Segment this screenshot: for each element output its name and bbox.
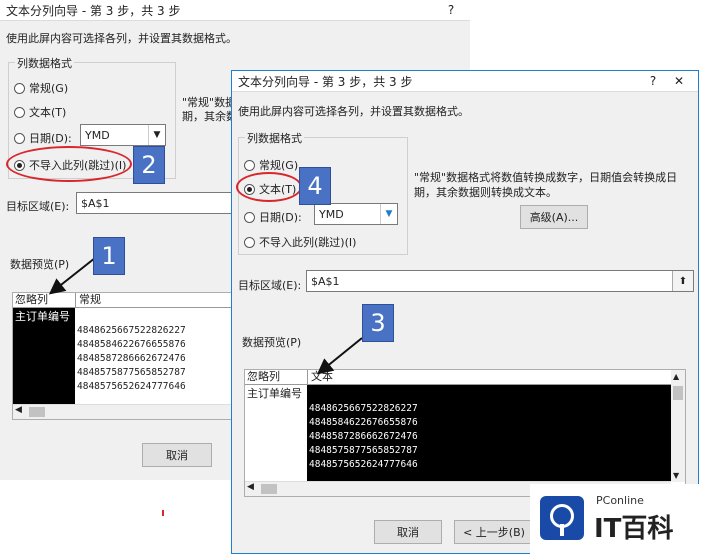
watermark-brand: IT百科 xyxy=(594,514,674,544)
watermark: PConline IT百科 xyxy=(530,484,700,554)
step-badge-4: 4 xyxy=(299,167,331,205)
step-badge-2: 2 xyxy=(133,146,165,184)
watermark-brand-small: PConline xyxy=(596,494,644,507)
step-badge-3: 3 xyxy=(362,304,394,342)
arrow-3 xyxy=(316,337,363,375)
annotation-arrows xyxy=(48,257,363,375)
step-badge-1: 1 xyxy=(93,237,125,275)
watermark-logo xyxy=(540,496,584,540)
arrow-1 xyxy=(48,257,96,295)
